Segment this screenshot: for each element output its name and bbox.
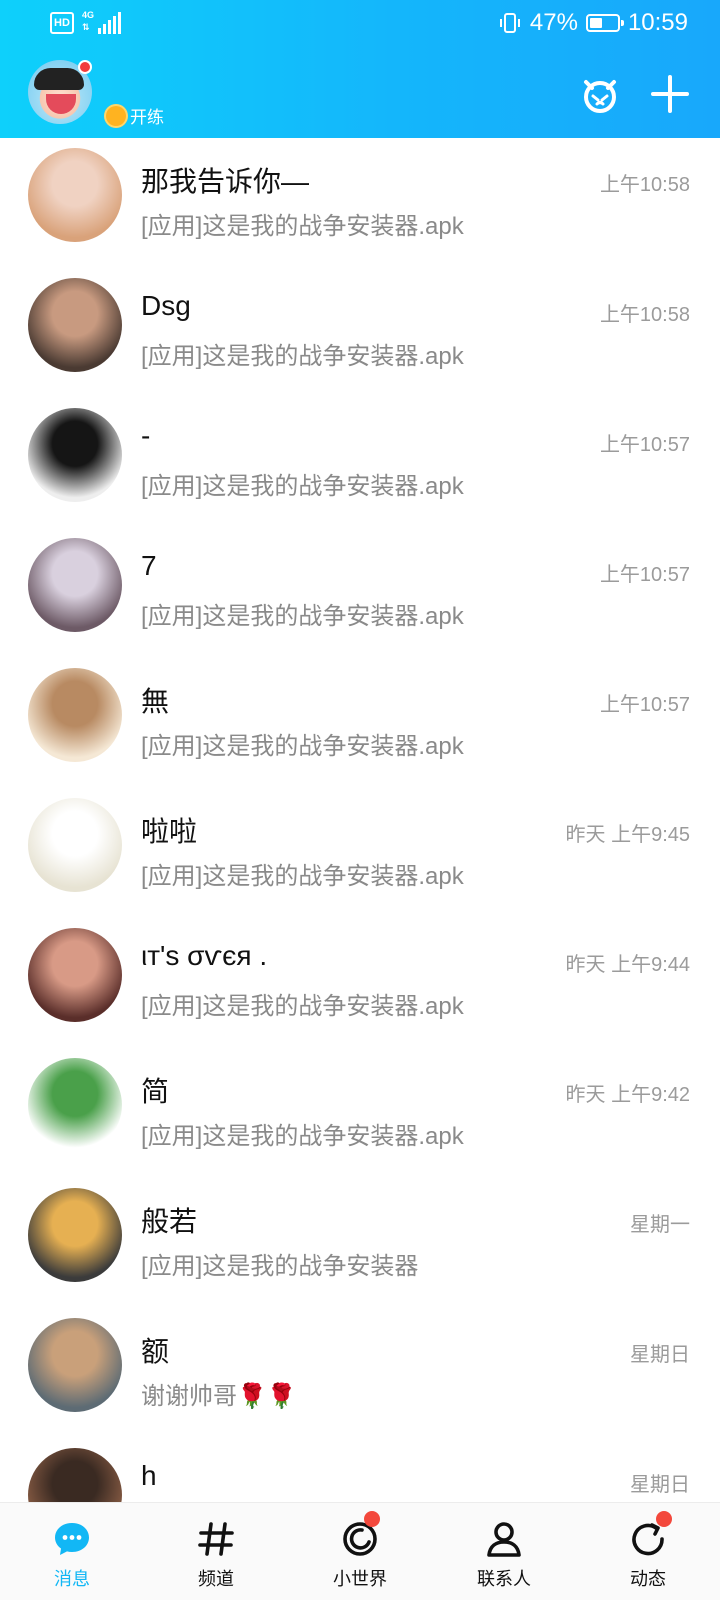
badge-dot bbox=[656, 1511, 672, 1527]
chat-name: 简 bbox=[141, 1076, 170, 1107]
sun-icon bbox=[106, 105, 126, 126]
chat-preview: [应用]这是我的战争安装器.apk bbox=[141, 603, 464, 630]
chat-preview: [应用]这是我的战争安装器.apk bbox=[141, 993, 464, 1020]
chat-preview: [应用]这是我的战争安装器.apk bbox=[141, 733, 464, 760]
chat-row[interactable]: 额 谢谢帅哥🌹🌹 星期日 bbox=[0, 1308, 720, 1438]
bottom-nav: 消息 频道 小世界 联系人 动态 bbox=[0, 1502, 720, 1600]
chat-preview: [应用]这是我的战争安装器.apk bbox=[141, 473, 464, 500]
chat-avatar[interactable] bbox=[28, 1188, 122, 1282]
chat-time: 上午10:57 bbox=[599, 694, 690, 716]
chat-time: 星期日 bbox=[630, 1344, 690, 1366]
tab-label: 动态 bbox=[630, 1569, 666, 1589]
vibrate-icon bbox=[499, 13, 520, 33]
chat-avatar[interactable] bbox=[28, 1058, 122, 1152]
chat-row[interactable]: 简 [应用]这是我的战争安装器.apk 昨天 上午9:42 bbox=[0, 1048, 720, 1178]
tab-channels[interactable]: 频道 bbox=[144, 1503, 288, 1600]
chat-list: 那我告诉你— [应用]这是我的战争安装器.apk 上午10:58 Dsg [应用… bbox=[0, 138, 720, 1568]
pet-icon[interactable] bbox=[578, 72, 622, 116]
tab-small-world[interactable]: 小世界 bbox=[288, 1503, 432, 1600]
chat-row[interactable]: 啦啦 [应用]这是我的战争安装器.apk 昨天 上午9:45 bbox=[0, 788, 720, 918]
chat-avatar[interactable] bbox=[28, 1318, 122, 1412]
chat-name: h bbox=[141, 1460, 157, 1491]
chat-name: 啦啦 bbox=[141, 816, 198, 847]
chat-preview: [应用]这是我的战争安装器.apk bbox=[141, 343, 464, 370]
app-header: HD 4G ⇅ 47% 10:59 开练 bbox=[0, 0, 720, 138]
badge-dot bbox=[364, 1511, 380, 1527]
chat-name: - bbox=[141, 420, 151, 451]
chat-name: 般若 bbox=[141, 1206, 198, 1237]
tab-contacts[interactable]: 联系人 bbox=[432, 1503, 576, 1600]
chat-row[interactable]: 7 [应用]这是我的战争安装器.apk 上午10:57 bbox=[0, 528, 720, 658]
notification-dot bbox=[78, 60, 92, 74]
chat-row[interactable]: 那我告诉你— [应用]这是我的战争安装器.apk 上午10:58 bbox=[0, 138, 720, 268]
chat-name: 7 bbox=[141, 550, 157, 581]
chat-time: 上午10:57 bbox=[599, 434, 690, 456]
chat-preview: [应用]这是我的战争安装器.apk bbox=[141, 1123, 464, 1150]
chat-row[interactable]: Dsg [应用]这是我的战争安装器.apk 上午10:58 bbox=[0, 268, 720, 398]
battery-fill bbox=[589, 18, 602, 28]
network-label: 4G bbox=[82, 10, 95, 20]
chat-avatar[interactable] bbox=[28, 148, 122, 242]
chat-name: 無 bbox=[141, 686, 170, 717]
chat-preview: [应用]这是我的战争安装器.apk bbox=[141, 213, 464, 240]
status-left: HD 4G ⇅ bbox=[50, 10, 122, 36]
chat-name: Dsg bbox=[141, 290, 191, 321]
clock: 10:59 bbox=[627, 9, 688, 36]
level-label: 开练 bbox=[130, 108, 164, 127]
chat-avatar[interactable] bbox=[28, 538, 122, 632]
chat-row[interactable]: 般若 [应用]这是我的战争安装器 星期一 bbox=[0, 1178, 720, 1308]
status-bar: HD 4G ⇅ 47% 10:59 bbox=[0, 0, 720, 48]
chat-time: 星期一 bbox=[630, 1214, 690, 1236]
tab-label: 联系人 bbox=[477, 1569, 531, 1589]
tab-label: 频道 bbox=[198, 1569, 234, 1589]
header-actions bbox=[578, 72, 690, 116]
data-arrows-icon: ⇅ bbox=[82, 22, 90, 32]
status-right: 47% 10:59 bbox=[498, 9, 688, 37]
signal-bars bbox=[98, 12, 121, 34]
tab-messages[interactable]: 消息 bbox=[0, 1503, 144, 1600]
chat-preview: [应用]这是我的战争安装器 bbox=[141, 1253, 419, 1280]
tab-feed[interactable]: 动态 bbox=[576, 1503, 720, 1600]
battery-icon bbox=[585, 14, 624, 32]
chat-row[interactable]: - [应用]这是我的战争安装器.apk 上午10:57 bbox=[0, 398, 720, 528]
chat-avatar[interactable] bbox=[28, 798, 122, 892]
signal-icon: 4G ⇅ bbox=[82, 10, 122, 36]
chat-time: 上午10:57 bbox=[599, 564, 690, 586]
screen: HD 4G ⇅ 47% 10:59 开练 那我告诉你— [应用]这是我的战争安装… bbox=[0, 0, 720, 1600]
chat-preview: [应用]这是我的战争安装器.apk bbox=[141, 863, 464, 890]
chat-name: ιт'ѕ σѵєя . bbox=[141, 940, 268, 971]
hash-icon bbox=[198, 1522, 234, 1556]
chat-avatar[interactable] bbox=[28, 408, 122, 502]
tab-label: 小世界 bbox=[333, 1569, 387, 1589]
chat-row[interactable]: ιт'ѕ σѵєя . [应用]这是我的战争安装器.apk 昨天 上午9:44 bbox=[0, 918, 720, 1048]
chat-time: 上午10:58 bbox=[599, 304, 690, 326]
message-icon bbox=[55, 1523, 89, 1555]
chat-time: 星期日 bbox=[630, 1474, 690, 1496]
chat-avatar[interactable] bbox=[28, 278, 122, 372]
chat-name: 额 bbox=[141, 1336, 170, 1367]
chat-avatar[interactable] bbox=[28, 928, 122, 1022]
plus-icon[interactable] bbox=[650, 74, 690, 114]
chat-time: 上午10:58 bbox=[599, 174, 690, 196]
chat-name: 那我告诉你— bbox=[141, 166, 310, 197]
chat-time: 昨天 上午9:42 bbox=[565, 1084, 690, 1106]
hd-icon: HD bbox=[50, 12, 74, 34]
chat-time: 昨天 上午9:45 bbox=[565, 824, 690, 846]
contacts-icon bbox=[487, 1522, 521, 1557]
chat-preview: 谢谢帅哥🌹🌹 bbox=[141, 1383, 297, 1410]
level-badge[interactable]: 开练 bbox=[106, 103, 164, 128]
chat-row[interactable]: 無 [应用]这是我的战争安装器.apk 上午10:57 bbox=[0, 658, 720, 788]
chat-time: 昨天 上午9:44 bbox=[565, 954, 690, 976]
battery-percent: 47% bbox=[529, 9, 578, 36]
chat-avatar[interactable] bbox=[28, 668, 122, 762]
tab-label: 消息 bbox=[54, 1569, 90, 1589]
